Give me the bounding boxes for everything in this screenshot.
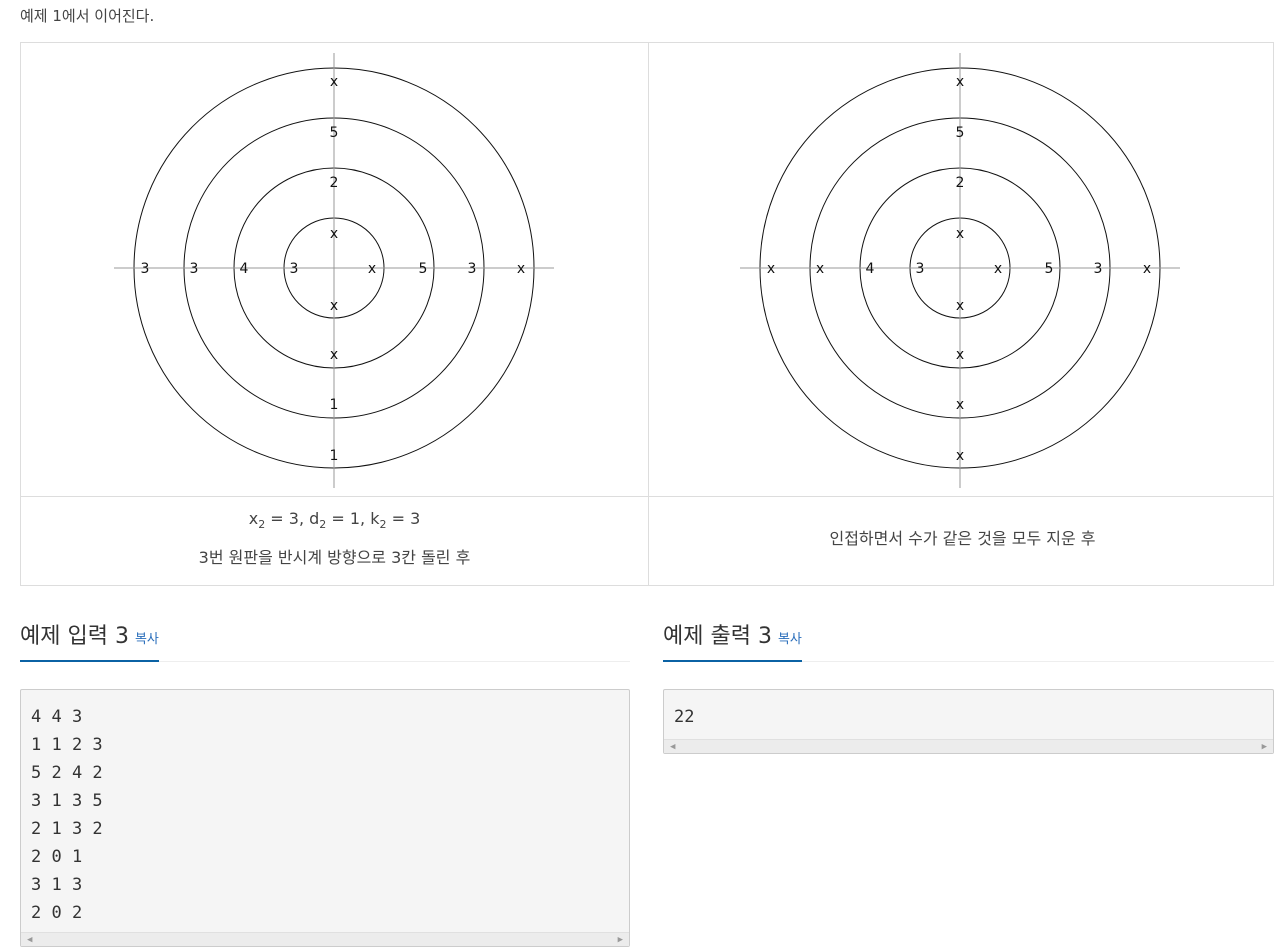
code-line: 3 1 3 bbox=[31, 875, 83, 895]
disc-label-vertical: 5 bbox=[956, 125, 965, 141]
code-line: 2 0 2 bbox=[31, 903, 83, 923]
disc-label-horizontal: 5 bbox=[1045, 261, 1054, 277]
caption-left-params: x2 = 3, d2 = 1, k2 = 3 bbox=[248, 509, 421, 532]
caption-right-description: 인접하면서 수가 같은 것을 모두 지운 후 bbox=[829, 529, 1096, 548]
disc-label-horizontal: 3 bbox=[190, 261, 199, 277]
figure-left: x 5 2 x x x 1 1 3 3 4 3 x 5 3 x bbox=[21, 43, 648, 496]
sample-output-header: 예제 출력 3 복사 bbox=[663, 622, 1274, 662]
sample-input-header: 예제 입력 3 복사 bbox=[20, 622, 630, 662]
disc-label-vertical: 1 bbox=[330, 448, 339, 464]
disc-label-horizontal: 4 bbox=[866, 261, 875, 277]
disc-label-horizontal: 3 bbox=[1094, 261, 1103, 277]
scroll-left-icon[interactable]: ◀ bbox=[670, 742, 675, 752]
disc-label-vertical: x bbox=[956, 448, 964, 464]
sample-input-title: 예제 입력 3 복사 bbox=[20, 622, 159, 662]
disc-labels-left: x 5 2 x x x 1 1 3 3 4 3 x 5 3 x bbox=[141, 74, 526, 464]
disc-label-vertical: x bbox=[956, 226, 964, 242]
sample-output-section: 예제 출력 3 복사 bbox=[663, 622, 1274, 662]
sample-input-scrollbar[interactable]: ◀ ▶ bbox=[21, 932, 629, 946]
code-line: 3 1 3 5 bbox=[31, 791, 103, 811]
disc-diagram-right: x 5 2 x x x x x x x 4 3 x 5 3 x bbox=[740, 53, 1180, 488]
disc-label-vertical: x bbox=[330, 226, 338, 242]
disc-label-vertical: x bbox=[956, 347, 964, 363]
disc-label-vertical: x bbox=[956, 74, 964, 90]
sample-input-box[interactable]: 4 4 3 1 1 2 3 5 2 4 2 3 1 3 5 2 1 3 2 2 0 1 3 … bbox=[20, 689, 630, 947]
code-line: 2 1 3 2 bbox=[31, 819, 103, 839]
disc-label-horizontal: x bbox=[1143, 261, 1151, 277]
disc-label-vertical: x bbox=[330, 298, 338, 314]
caption-left: x2 = 3, d2 = 1, k2 = 3 3번 원판을 반시계 방향으로 3… bbox=[21, 497, 648, 586]
disc-label-horizontal: x bbox=[368, 261, 376, 277]
disc-label-horizontal: 3 bbox=[916, 261, 925, 277]
scroll-right-icon[interactable]: ▶ bbox=[1262, 742, 1267, 752]
disc-label-horizontal: x bbox=[816, 261, 824, 277]
disc-label-horizontal: 3 bbox=[468, 261, 477, 277]
disc-label-vertical: 5 bbox=[330, 125, 339, 141]
code-line: 2 0 1 bbox=[31, 847, 83, 867]
disc-label-horizontal: x bbox=[517, 261, 525, 277]
scroll-right-icon[interactable]: ▶ bbox=[618, 935, 623, 945]
disc-label-horizontal: x bbox=[767, 261, 775, 277]
disc-diagram-left: x 5 2 x x x 1 1 3 3 4 3 x 5 3 x bbox=[114, 53, 554, 488]
caption-right: 인접하면서 수가 같은 것을 모두 지운 후 bbox=[649, 497, 1276, 586]
scroll-left-icon[interactable]: ◀ bbox=[27, 935, 32, 945]
sample-input-text: 4 4 3 1 1 2 3 5 2 4 2 3 1 3 5 2 1 3 2 2 0 1 3 … bbox=[31, 703, 103, 927]
disc-label-horizontal: x bbox=[994, 261, 1002, 277]
disc-label-horizontal: 4 bbox=[240, 261, 249, 277]
copy-input-button[interactable]: 복사 bbox=[135, 632, 159, 647]
disc-label-vertical: x bbox=[330, 347, 338, 363]
code-line: 1 1 2 3 bbox=[31, 735, 103, 755]
disc-label-vertical: 1 bbox=[330, 397, 339, 413]
disc-label-vertical: x bbox=[330, 74, 338, 90]
code-line: 22 bbox=[674, 707, 695, 727]
disc-labels-right: x 5 2 x x x x x x x 4 3 x 5 3 x bbox=[767, 74, 1151, 464]
sample-output-text: 22 bbox=[674, 703, 694, 731]
caption-left-description: 3번 원판을 반시계 방향으로 3칸 돌린 후 bbox=[198, 548, 471, 567]
disc-label-vertical: 2 bbox=[956, 175, 965, 191]
figure-right: x 5 2 x x x x x x x 4 3 x 5 3 x bbox=[649, 43, 1276, 496]
disc-label-vertical: x bbox=[956, 397, 964, 413]
disc-label-horizontal: 5 bbox=[419, 261, 428, 277]
disc-label-vertical: x bbox=[956, 298, 964, 314]
disc-label-horizontal: 3 bbox=[290, 261, 299, 277]
sample-output-scrollbar[interactable]: ◀ ▶ bbox=[664, 739, 1273, 753]
sample-output-box[interactable]: 22 ◀ ▶ bbox=[663, 689, 1274, 754]
disc-label-vertical: 2 bbox=[330, 175, 339, 191]
sample-output-title: 예제 출력 3 복사 bbox=[663, 622, 802, 662]
figure-table: x 5 2 x x x 1 1 3 3 4 3 x 5 3 x x 5 2 x x x x x x x 4 3 x 5 3 x x2 = 3… bbox=[20, 42, 1274, 586]
copy-output-button[interactable]: 복사 bbox=[778, 632, 802, 647]
sample-input-section: 예제 입력 3 복사 bbox=[20, 622, 630, 662]
code-line: 4 4 3 bbox=[31, 707, 83, 727]
disc-label-horizontal: 3 bbox=[141, 261, 150, 277]
code-line: 5 2 4 2 bbox=[31, 763, 103, 783]
intro-text: 예제 1에서 이어진다. bbox=[20, 7, 155, 25]
